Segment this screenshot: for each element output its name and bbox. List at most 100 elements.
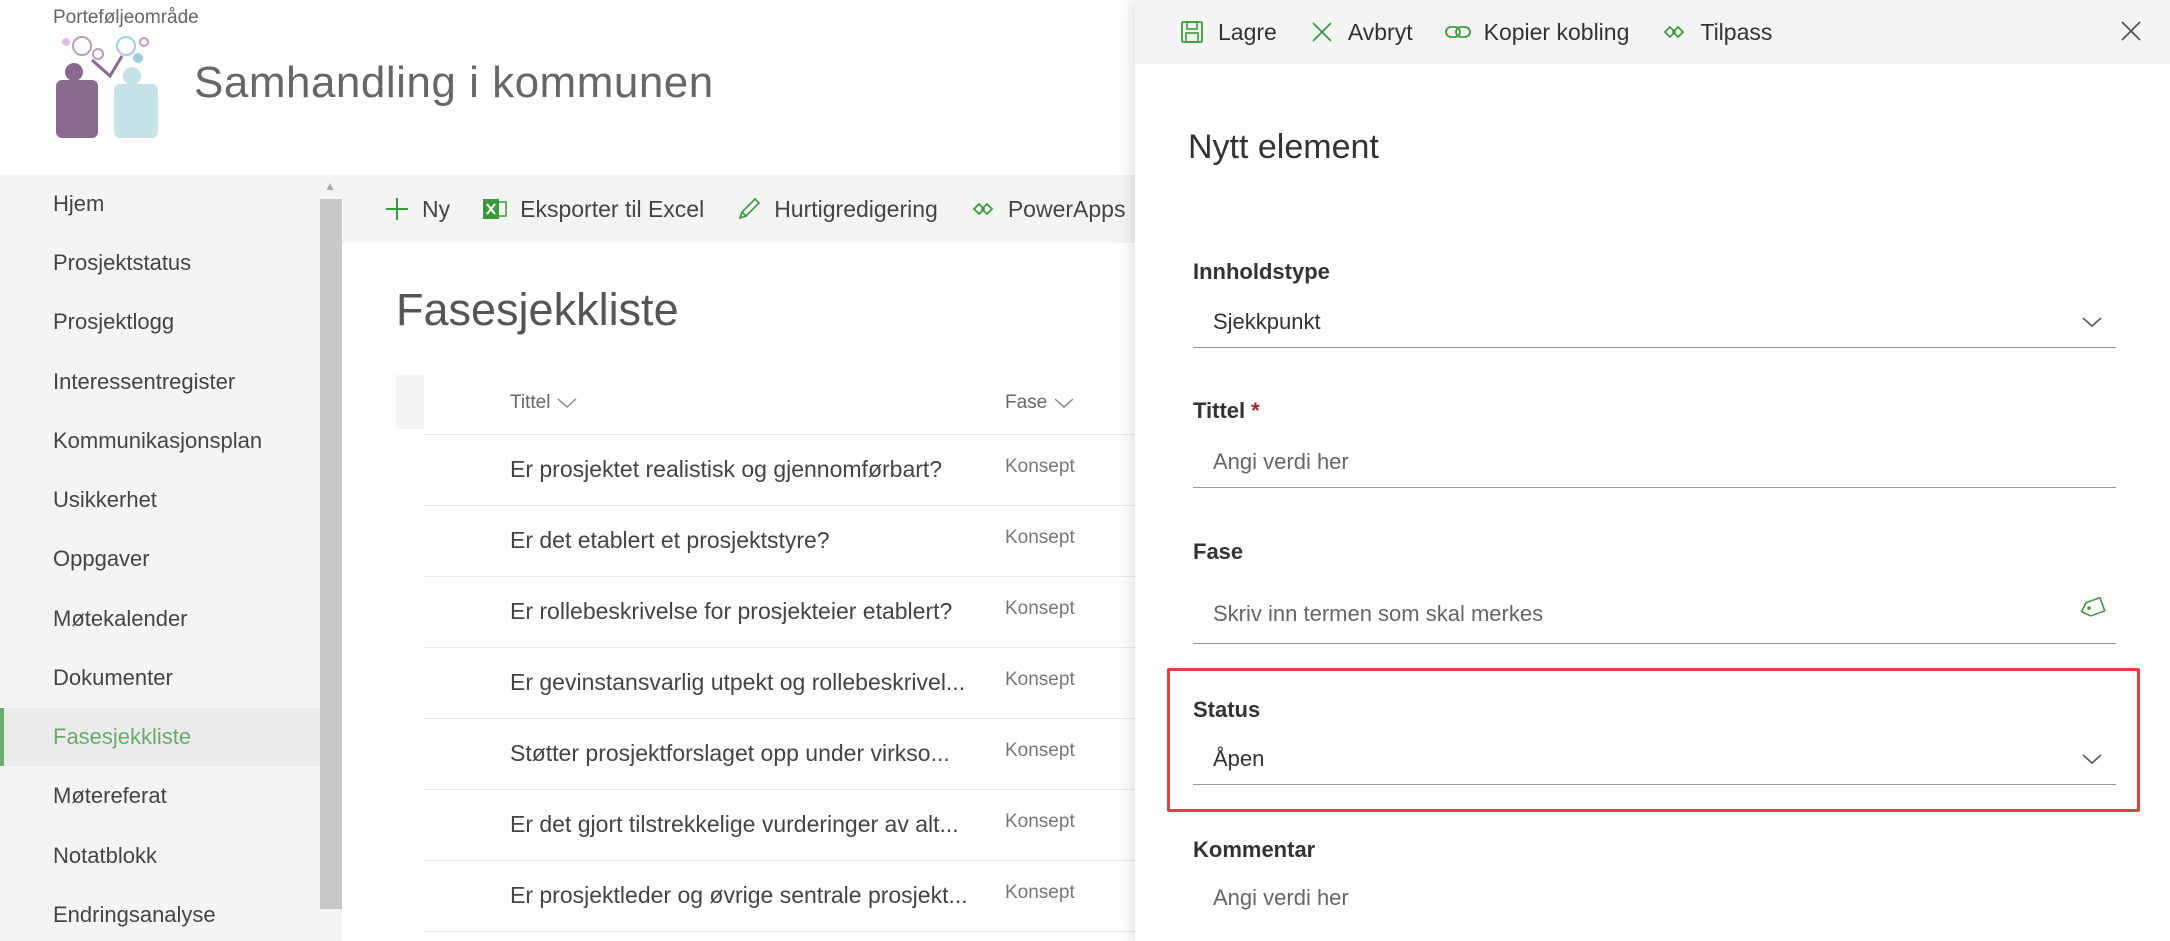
list-title: Fasesjekkliste	[396, 284, 679, 335]
row-fase: Konsept	[1005, 882, 1075, 903]
status-dropdown[interactable]: Åpen	[1193, 733, 2116, 785]
new-button[interactable]: Ny	[382, 194, 450, 224]
close-icon	[2121, 21, 2141, 41]
content-type-dropdown[interactable]: Sjekkpunkt	[1193, 296, 2116, 348]
nav-item-motekalender[interactable]: Møtekalender	[0, 590, 320, 648]
status-value: Åpen	[1213, 745, 1265, 771]
nav-item-motereferat[interactable]: Møtereferat	[0, 767, 320, 825]
content-type-value: Sjekkpunkt	[1213, 308, 1321, 334]
powerapps-icon	[1659, 17, 1689, 47]
title-input[interactable]: Angi verdi her	[1193, 436, 2116, 488]
title-input-placeholder: Angi verdi her	[1213, 448, 1349, 474]
content-type-label: Innholdstype	[1193, 259, 1330, 284]
title-field-label: Tittel *	[1193, 398, 1260, 424]
column-header-fase[interactable]: Fase	[1005, 392, 1075, 414]
fase-field-label: Fase	[1193, 539, 1244, 564]
row-fase: Konsept	[1005, 740, 1075, 761]
table-row[interactable]: Er det etablert et prosjektstyre? Konsep…	[424, 505, 1135, 576]
cancel-icon	[1307, 17, 1337, 47]
row-title[interactable]: Er prosjektet realistisk og gjennomførba…	[510, 456, 942, 483]
cancel-button-label: Avbryt	[1347, 18, 1413, 45]
scrollbar-thumb[interactable]	[320, 199, 342, 909]
nav-item-interessentregister[interactable]: Interessentregister	[0, 353, 320, 411]
fase-input[interactable]: Skriv inn termen som skal merkes	[1193, 584, 2116, 644]
title-field-label-text: Tittel	[1193, 398, 1246, 423]
table-row[interactable]: Støtter prosjektforslaget opp under virk…	[424, 718, 1135, 789]
quick-edit-button[interactable]: Hurtigredigering	[734, 194, 938, 224]
select-all-checkbox[interactable]	[396, 375, 424, 429]
required-indicator: *	[1251, 398, 1260, 423]
fase-input-placeholder: Skriv inn termen som skal merkes	[1213, 600, 1544, 626]
status-field-label: Status	[1193, 697, 1261, 722]
nav-item-usikkerhet[interactable]: Usikkerhet	[0, 471, 320, 529]
plus-icon	[382, 194, 412, 224]
row-title[interactable]: Er gevinstansvarlig utpekt og rollebeskr…	[510, 669, 965, 696]
nav-item-prosjektstatus[interactable]: Prosjektstatus	[0, 234, 320, 292]
row-fase: Konsept	[1005, 456, 1075, 477]
panel-command-bar: Lagre Avbryt Kopier kobling Tilpass	[1135, 0, 2170, 64]
column-header-tittel-label: Tittel	[510, 392, 551, 413]
table-row[interactable]: Er prosjektet realistisk og gjennomførba…	[424, 434, 1135, 505]
cancel-button[interactable]: Avbryt	[1307, 17, 1413, 47]
nav-item-hjem[interactable]: Hjem	[0, 175, 320, 233]
copy-link-button[interactable]: Kopier kobling	[1443, 17, 1630, 47]
tag-icon[interactable]	[2078, 594, 2106, 622]
site-title[interactable]: Samhandling i kommunen	[194, 58, 714, 108]
row-fase: Konsept	[1005, 598, 1075, 619]
nav-item-fasesjekkliste[interactable]: Fasesjekkliste	[0, 708, 320, 766]
nav-item-kommunikasjonsplan[interactable]: Kommunikasjonsplan	[0, 412, 320, 470]
powerapps-button[interactable]: PowerApps	[968, 194, 1126, 224]
row-fase: Konsept	[1005, 811, 1075, 832]
chevron-down-icon	[557, 398, 577, 409]
nav-item-oppgaver[interactable]: Oppgaver	[0, 530, 320, 588]
save-button[interactable]: Lagre	[1177, 17, 1277, 47]
export-excel-button[interactable]: Eksporter til Excel	[480, 194, 704, 224]
customize-label: Tilpass	[1700, 18, 1773, 45]
save-icon	[1177, 17, 1207, 47]
nav-scrollbar[interactable]: ▲	[320, 175, 342, 941]
row-fase: Konsept	[1005, 527, 1075, 548]
scroll-up-icon[interactable]: ▲	[324, 179, 336, 193]
close-button[interactable]	[2114, 14, 2148, 48]
nav-item-dokumenter[interactable]: Dokumenter	[0, 649, 320, 707]
row-title[interactable]: Støtter prosjektforslaget opp under virk…	[510, 740, 950, 767]
site-logo[interactable]	[52, 32, 164, 140]
site-header: Porteføljeområde Samhandling i kommunen	[0, 0, 1135, 175]
panel-title: Nytt element	[1188, 128, 1379, 166]
list-divider	[424, 931, 1135, 932]
copy-link-label: Kopier kobling	[1483, 18, 1630, 45]
row-title[interactable]: Er prosjektleder og øvrige sentrale pros…	[510, 882, 968, 909]
save-button-label: Lagre	[1218, 18, 1277, 45]
new-item-panel: Lagre Avbryt Kopier kobling Tilpass Nytt…	[1135, 0, 2170, 941]
nav-item-notatblokk[interactable]: Notatblokk	[0, 827, 320, 885]
row-title[interactable]: Er rollebeskrivelse for prosjekteier eta…	[510, 598, 952, 625]
comment-field-label: Kommentar	[1193, 837, 1316, 862]
chevron-down-icon	[2078, 308, 2106, 336]
column-header-fase-label: Fase	[1005, 392, 1048, 413]
nav-item-prosjektlogg[interactable]: Prosjektlogg	[0, 293, 320, 351]
powerapps-label: PowerApps	[1007, 195, 1126, 222]
chevron-down-icon	[1054, 398, 1074, 409]
column-header-tittel[interactable]: Tittel	[510, 392, 578, 414]
export-excel-label: Eksporter til Excel	[520, 195, 705, 222]
row-title[interactable]: Er det gjort tilstrekkelige vurderinger …	[510, 811, 959, 838]
powerapps-icon	[968, 194, 998, 224]
left-navigation: Hjem Prosjektstatus Prosjektlogg Interes…	[0, 175, 320, 941]
list-header: Tittel Fase	[396, 375, 1135, 429]
new-button-label: Ny	[422, 195, 451, 222]
link-icon	[1443, 17, 1473, 47]
quick-edit-label: Hurtigredigering	[774, 195, 938, 222]
table-row[interactable]: Er rollebeskrivelse for prosjekteier eta…	[424, 576, 1135, 647]
row-fase: Konsept	[1005, 669, 1075, 690]
breadcrumb[interactable]: Porteføljeområde	[53, 7, 199, 29]
table-row[interactable]: Er det gjort tilstrekkelige vurderinger …	[424, 789, 1135, 860]
row-title[interactable]: Er det etablert et prosjektstyre?	[510, 527, 830, 554]
comment-input[interactable]: Angi verdi her	[1193, 872, 2116, 924]
table-row[interactable]: Er gevinstansvarlig utpekt og rollebeskr…	[424, 647, 1135, 718]
chevron-down-icon	[2078, 745, 2106, 773]
customize-button[interactable]: Tilpass	[1659, 17, 1772, 47]
table-row[interactable]: Er prosjektleder og øvrige sentrale pros…	[424, 860, 1135, 931]
command-bar: Ny Eksporter til Excel Hurtigredigering …	[342, 175, 1135, 243]
excel-icon	[480, 194, 510, 224]
nav-item-endringsanalyse[interactable]: Endringsanalyse	[0, 886, 320, 941]
